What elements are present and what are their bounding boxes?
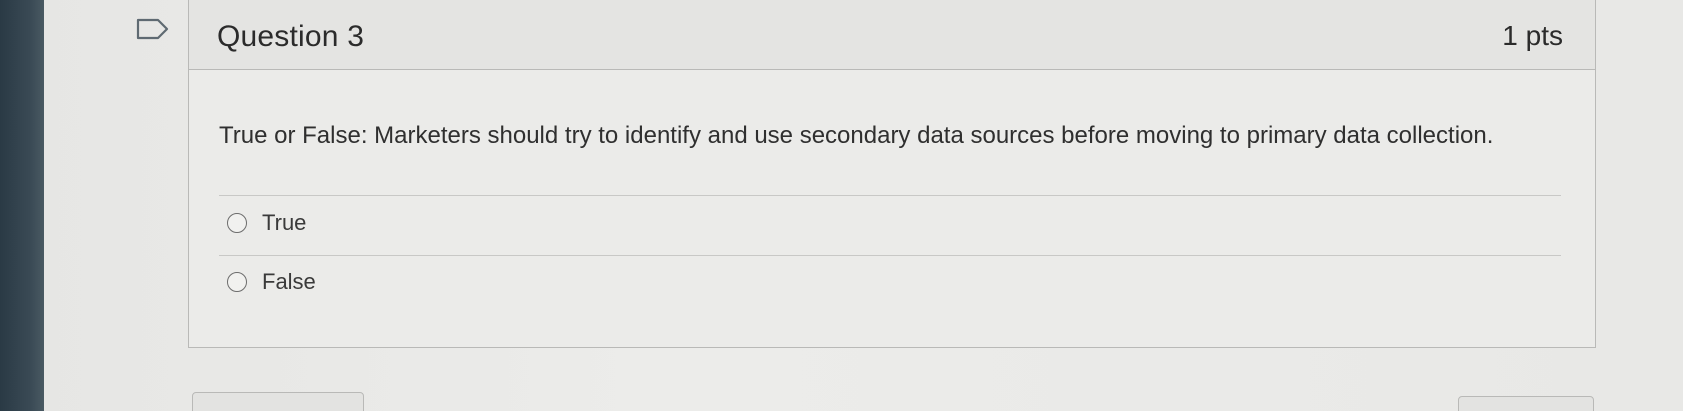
- question-points: 1 pts: [1502, 20, 1563, 51]
- question-title: Question 3: [217, 20, 365, 53]
- radio-button-true[interactable]: [227, 213, 247, 233]
- question-card: Question 3 1 pts True or False: Marketer…: [188, 0, 1596, 348]
- next-button[interactable]: [1458, 396, 1594, 411]
- answer-option-false[interactable]: False: [227, 262, 316, 302]
- flag-question-icon[interactable]: [136, 18, 170, 40]
- answer-label: True: [262, 210, 307, 235]
- radio-button-false[interactable]: [227, 272, 247, 292]
- left-edge-panel: [0, 0, 44, 411]
- previous-button[interactable]: [192, 392, 364, 411]
- question-header: Question 3 1 pts: [189, 0, 1595, 70]
- question-text: True or False: Marketers should try to i…: [219, 122, 1494, 149]
- answer-label: False: [262, 269, 316, 294]
- quiz-page: Question 3 1 pts True or False: Marketer…: [0, 0, 1683, 411]
- answer-divider: [219, 195, 1561, 196]
- answer-divider: [219, 255, 1561, 256]
- answer-option-true[interactable]: True: [227, 203, 306, 243]
